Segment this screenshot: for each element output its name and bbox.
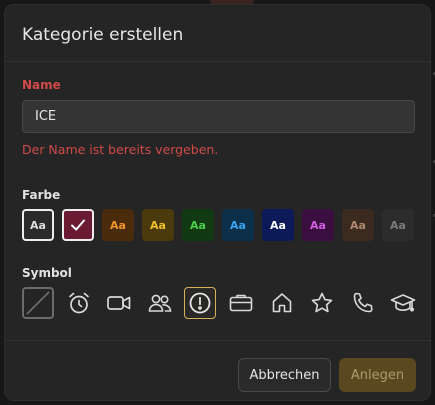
symbol-option-people[interactable] <box>144 287 176 319</box>
symbol-option-no-symbol[interactable] <box>22 287 54 319</box>
color-swatch[interactable]: Aa <box>342 209 374 241</box>
color-swatch-label: Aa <box>110 218 126 232</box>
color-swatch-label: Aa <box>390 218 406 232</box>
create-button[interactable]: Anlegen <box>339 358 416 392</box>
color-swatch-label: Aa <box>270 218 286 232</box>
color-swatch-label: Aa <box>310 218 326 232</box>
header-divider <box>5 61 430 62</box>
name-input[interactable] <box>22 100 415 133</box>
checkmark-icon <box>71 219 85 231</box>
color-swatch[interactable]: Aa <box>222 209 254 241</box>
color-swatch-label: Aa <box>350 218 366 232</box>
symbol-option-star[interactable] <box>306 287 338 319</box>
symbol-option-phone[interactable] <box>347 287 379 319</box>
color-swatch-label: Aa <box>190 218 206 232</box>
symbol-option-briefcase[interactable] <box>225 287 257 319</box>
phone-icon <box>351 291 375 315</box>
alarm-clock-icon <box>67 291 91 315</box>
color-swatch-label: Aa <box>150 218 166 232</box>
star-icon <box>310 291 334 315</box>
footer-divider <box>5 340 430 341</box>
color-swatch[interactable]: Aa <box>382 209 414 241</box>
create-category-dialog: Kategorie erstellen Name Der Name ist be… <box>4 4 431 401</box>
symbol-option-home[interactable] <box>266 287 298 319</box>
color-swatch[interactable]: Aa <box>182 209 214 241</box>
symbol-option-alarm-clock[interactable] <box>63 287 95 319</box>
video-camera-icon <box>106 291 132 315</box>
cancel-button[interactable]: Abbrechen <box>238 358 331 392</box>
home-icon <box>270 291 294 315</box>
color-swatch[interactable]: Aa <box>142 209 174 241</box>
exclamation-circle-icon <box>188 291 212 315</box>
symbol-group <box>22 287 422 321</box>
color-swatch[interactable]: Aa <box>262 209 294 241</box>
color-swatch[interactable]: Aa <box>102 209 134 241</box>
no-symbol-icon <box>24 289 52 317</box>
symbol-option-video-camera[interactable] <box>103 287 135 319</box>
symbol-label: Symbol <box>22 266 72 280</box>
dialog-title: Kategorie erstellen <box>22 25 184 45</box>
color-label: Farbe <box>22 188 61 202</box>
color-swatch-label: Aa <box>30 218 46 232</box>
briefcase-icon <box>228 291 254 315</box>
symbol-option-graduation-cap[interactable] <box>387 287 419 319</box>
name-label: Name <box>22 78 61 92</box>
symbol-option-exclamation-circle[interactable] <box>184 287 216 319</box>
color-swatch-group: Aa Aa Aa Aa Aa Aa Aa Aa Aa <box>22 209 422 241</box>
name-error-message: Der Name ist bereits vergeben. <box>22 142 219 157</box>
color-swatch-label: Aa <box>230 218 246 232</box>
graduation-cap-icon <box>390 291 416 315</box>
color-swatch[interactable]: Aa <box>302 209 334 241</box>
people-icon <box>147 291 173 315</box>
color-swatch[interactable]: Aa <box>22 209 54 241</box>
color-swatch-selected[interactable] <box>62 209 94 241</box>
